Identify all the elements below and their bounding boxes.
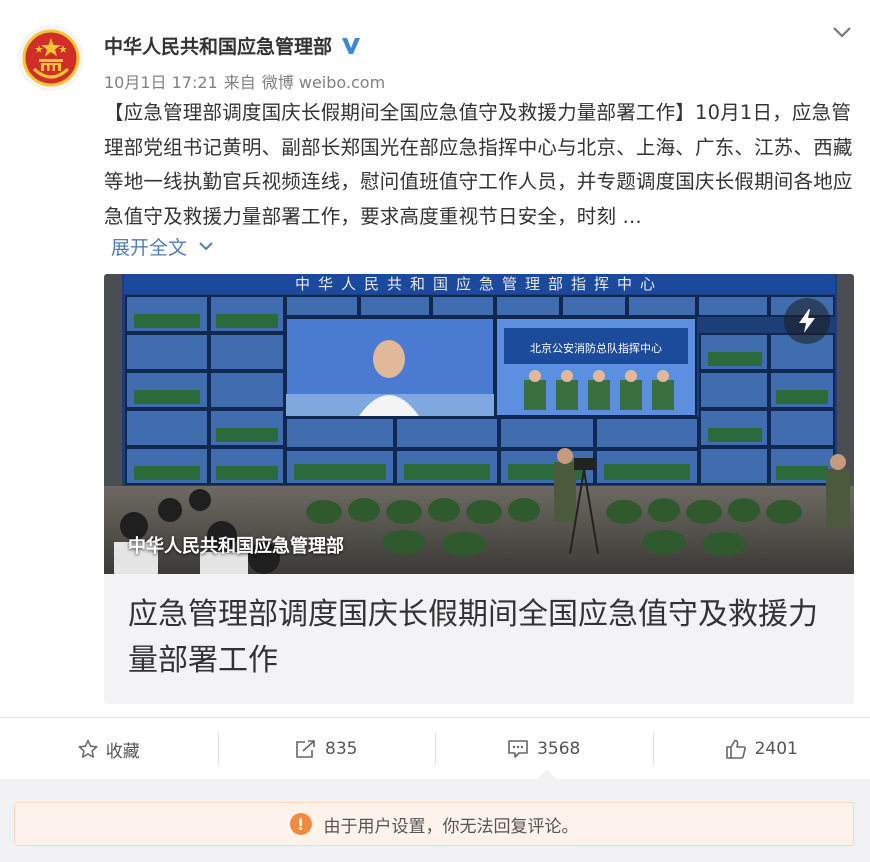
favorite-label: 收藏 xyxy=(105,741,140,762)
chevron-down-icon xyxy=(833,27,851,38)
post-meta: 10月1日 17:21 来自 微博 weibo.com xyxy=(104,69,391,93)
author-name-row: 中华人民共和国应急管理部 xyxy=(104,32,362,59)
screen-panel-text: 北京公安消防总队指挥中心 xyxy=(530,341,662,355)
comment-disabled-notice: ! 由于用户设置，你无法回复评论。 xyxy=(14,802,854,846)
post-date[interactable]: 10月1日 17:21 xyxy=(104,73,218,92)
comment-count: 3568 xyxy=(537,739,581,759)
repost-button[interactable]: 835 xyxy=(217,718,436,780)
article-image: 中华人民共和国应急管理部指挥中心 北京公安消防总队指挥中心 中华人民共和国应急管… xyxy=(104,274,854,574)
like-count: 2401 xyxy=(754,739,798,759)
author-avatar[interactable] xyxy=(18,25,84,91)
thumbs-up-icon xyxy=(725,739,746,759)
warning-icon: ! xyxy=(289,813,312,835)
image-caption: 中华人民共和国应急管理部 xyxy=(128,536,344,557)
verified-v-icon xyxy=(340,35,362,57)
action-bar: 收藏 835 3568 2401 xyxy=(0,718,870,780)
notice-text: 由于用户设置，你无法回复评论。 xyxy=(323,816,579,837)
comment-tab-indicator xyxy=(537,770,557,779)
repost-icon xyxy=(296,740,315,758)
chevron-down-icon xyxy=(199,242,213,251)
author-name[interactable]: 中华人民共和国应急管理部 xyxy=(104,32,332,59)
repost-count: 835 xyxy=(325,739,358,759)
screen-banner-text: 中华人民共和国应急管理部指挥中心 xyxy=(295,275,663,293)
post-menu-button[interactable] xyxy=(830,20,854,44)
expand-label: 展开全文 xyxy=(111,237,188,259)
national-emblem-icon xyxy=(22,29,80,87)
favorite-button[interactable]: 收藏 xyxy=(0,718,218,780)
lightning-icon xyxy=(799,309,815,333)
post-text: 【应急管理部调度国庆长假期间全国应急值守及救援力量部署工作】10月1日，应急管理… xyxy=(104,101,853,228)
post-source[interactable]: 微博 weibo.com xyxy=(262,73,385,92)
expand-full-text-link[interactable]: 展开全文 xyxy=(111,233,213,260)
like-button[interactable]: 2401 xyxy=(652,718,870,780)
star-icon xyxy=(78,739,98,758)
comment-icon xyxy=(508,740,528,758)
source-prefix: 来自 xyxy=(223,73,256,92)
play-button[interactable] xyxy=(784,298,830,344)
article-card[interactable]: 中华人民共和国应急管理部指挥中心 北京公安消防总队指挥中心 中华人民共和国应急管… xyxy=(104,274,854,704)
article-title: 应急管理部调度国庆长假期间全国应急值守及救援力量部署工作 xyxy=(128,597,818,678)
